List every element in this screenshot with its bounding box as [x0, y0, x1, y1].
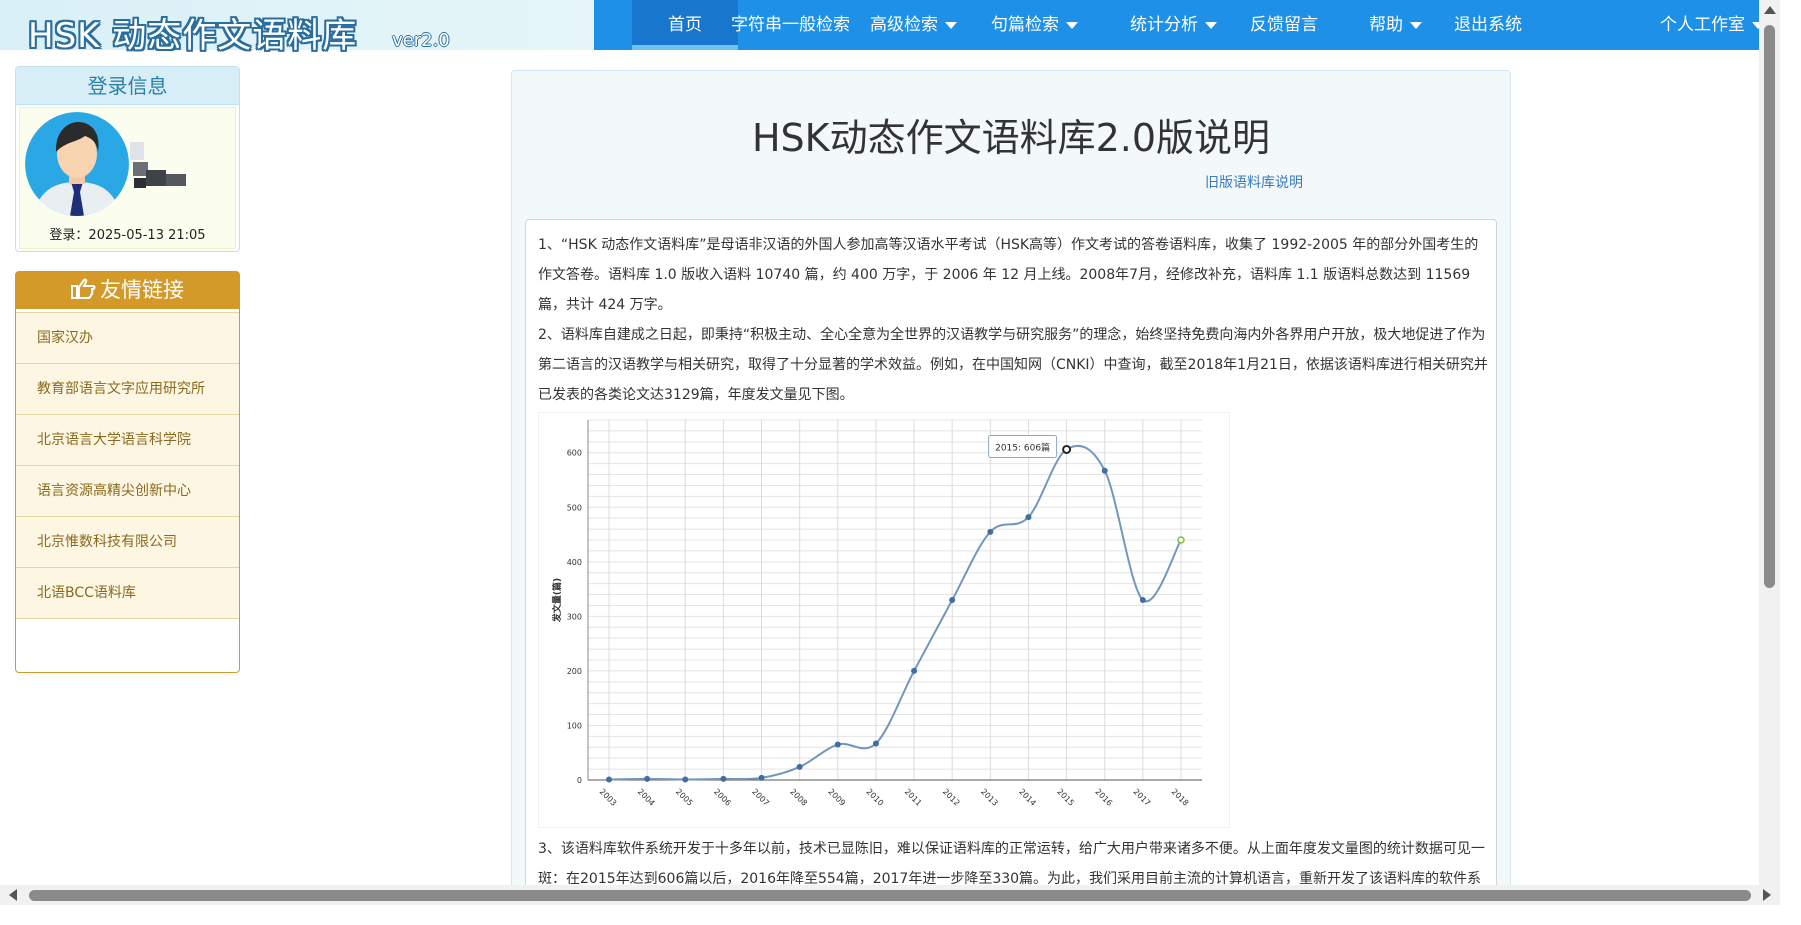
nav-string-search-label: 字符串一般检索	[731, 15, 850, 35]
main-content-panel: HSK动态作文语料库2.0版说明 旧版语料库说明 1、“HSK 动态作文语料库”…	[511, 70, 1511, 905]
login-info-header: 登录信息	[16, 67, 239, 105]
data-point	[911, 667, 918, 674]
nav-help-label: 帮助	[1369, 15, 1403, 35]
main-navbar: 首页 字符串一般检索 高级检索 句篇检索 统计分析 反馈留言 帮助 退出系统 个…	[594, 0, 1780, 50]
page-title: HSK动态作文语料库2.0版说明	[751, 116, 1271, 160]
data-point	[949, 597, 956, 603]
horizontal-scroll-thumb[interactable]	[29, 890, 1751, 901]
nav-string-search[interactable]: 字符串一般检索	[717, 0, 864, 50]
description-box: 1、“HSK 动态作文语料库”是母语非汉语的外国人参加高等汉语水平考试（HSK高…	[525, 219, 1497, 905]
link-weishu-tech[interactable]: 北京惟数科技有限公司	[16, 517, 239, 568]
data-point	[758, 774, 765, 781]
data-point	[872, 740, 879, 747]
user-avatar-icon	[25, 112, 129, 216]
scroll-up-icon[interactable]	[1764, 6, 1776, 14]
friend-links-header: 友情链接	[16, 272, 239, 309]
friend-links-panel: 友情链接 国家汉办 教育部语言文字应用研究所 北京语言大学语言科学院 语言资源高…	[15, 271, 240, 673]
data-point	[720, 775, 727, 782]
nav-statistics-label: 统计分析	[1130, 15, 1198, 35]
friend-links-list: 国家汉办 教育部语言文字应用研究所 北京语言大学语言科学院 语言资源高精尖创新中…	[16, 312, 239, 619]
y-tick-label: 200	[567, 667, 582, 676]
data-point	[1025, 514, 1032, 521]
chevron-down-icon	[945, 21, 957, 29]
chevron-down-icon	[1205, 21, 1217, 29]
nav-advanced-search[interactable]: 高级检索	[864, 0, 963, 50]
data-point-last	[1177, 536, 1185, 544]
old-version-link[interactable]: 旧版语料库说明	[1205, 172, 1303, 192]
paragraph-1: 1、“HSK 动态作文语料库”是母语非汉语的外国人参加高等汉语水平考试（HSK高…	[538, 237, 1479, 313]
nav-advanced-search-label: 高级检索	[870, 15, 938, 35]
data-point	[1139, 597, 1146, 603]
login-time: 登录：2025-05-13 21:05	[49, 228, 206, 243]
y-axis-label: 发文量(篇)	[551, 578, 563, 623]
data-point	[796, 763, 803, 770]
site-header: HSK 动态作文语料库 ver2.0	[0, 0, 600, 56]
y-tick-label: 100	[567, 721, 582, 730]
nav-feedback[interactable]: 反馈留言	[1244, 0, 1324, 50]
data-point	[1101, 467, 1108, 474]
login-info-body: 登录：2025-05-13 21:05	[19, 107, 236, 249]
hand-point-icon	[71, 275, 97, 312]
nav-logout-label: 退出系统	[1454, 15, 1522, 35]
scroll-right-icon[interactable]	[1763, 889, 1771, 901]
publication-chart-svg: 0100200300400500600发文量(篇)2003 2004 2005 200…	[537, 411, 1231, 829]
link-moe-language-institute[interactable]: 教育部语言文字应用研究所	[16, 364, 239, 415]
data-point-highlight	[1062, 444, 1072, 454]
y-tick-label: 500	[567, 503, 582, 512]
nav-workspace[interactable]: 个人工作室	[1654, 0, 1770, 50]
nav-sentence-search-label: 句篇检索	[991, 15, 1059, 35]
horizontal-scrollbar[interactable]	[0, 885, 1780, 905]
chevron-down-icon	[1410, 21, 1422, 29]
publication-chart: 0 100 200 300 400 500 600 发文量(篇) 2003 2004 2005 200…	[537, 411, 1231, 829]
data-point	[834, 741, 841, 748]
vertical-scroll-thumb[interactable]	[1764, 25, 1775, 588]
nav-logout[interactable]: 退出系统	[1448, 0, 1528, 50]
nav-feedback-label: 反馈留言	[1250, 15, 1318, 35]
data-point	[606, 776, 612, 783]
paragraph-2: 2、语料库自建成之日起，即秉持“积极主动、全心全意为全世界的汉语教学与研究服务”…	[538, 327, 1488, 403]
site-title: HSK 动态作文语料库	[28, 16, 358, 56]
chart-tooltip-text: 2015: 606篇	[995, 441, 1050, 453]
y-tick-label: 300	[567, 612, 582, 621]
data-point	[644, 775, 651, 782]
y-tick-label: 0	[577, 776, 582, 785]
data-point	[987, 528, 994, 535]
vertical-scrollbar[interactable]	[1759, 0, 1780, 905]
friend-links-title: 友情链接	[100, 278, 184, 302]
site-version: ver2.0	[392, 30, 450, 51]
scroll-left-icon[interactable]	[9, 889, 17, 901]
y-tick-label: 400	[567, 558, 582, 567]
link-blcu-language-science[interactable]: 北京语言大学语言科学院	[16, 415, 239, 466]
username-redacted	[130, 128, 190, 198]
browser-viewport: HSK 动态作文语料库 ver2.0 首页 字符串一般检索 高级检索 句篇检索 …	[0, 0, 1780, 905]
link-language-resources-center[interactable]: 语言资源高精尖创新中心	[16, 466, 239, 517]
nav-workspace-label: 个人工作室	[1660, 15, 1745, 35]
nav-sentence-search[interactable]: 句篇检索	[985, 0, 1084, 50]
y-tick-label: 600	[567, 449, 582, 458]
nav-statistics[interactable]: 统计分析	[1124, 0, 1223, 50]
avatar	[25, 112, 129, 216]
link-hanban[interactable]: 国家汉办	[16, 313, 239, 364]
nav-home-label: 首页	[668, 15, 702, 35]
chevron-down-icon	[1066, 21, 1078, 29]
nav-help[interactable]: 帮助	[1363, 0, 1428, 50]
data-point	[682, 776, 689, 783]
link-bcc-corpus[interactable]: 北语BCC语料库	[16, 568, 239, 619]
login-info-panel: 登录信息 登录：2025-05-13 21:05	[15, 66, 240, 252]
